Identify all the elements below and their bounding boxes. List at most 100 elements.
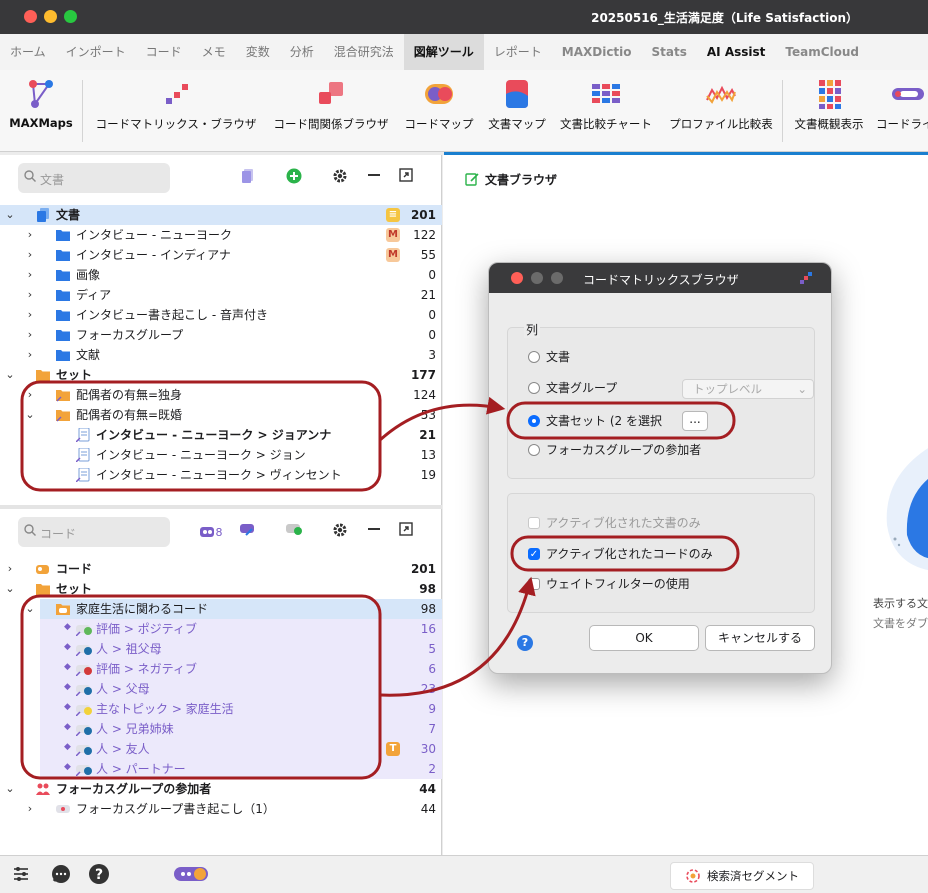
chevron-down-icon[interactable]: ⌄: [4, 779, 16, 799]
chevron-right-icon[interactable]: ›: [24, 385, 36, 405]
tree-row-document[interactable]: インタビュー - ニューヨーク > ジョアンナ 21: [0, 425, 442, 445]
tree-row-document-set[interactable]: › 配偶者の有無=独身 124: [0, 385, 442, 405]
radio-button[interactable]: [528, 351, 540, 363]
collapse-button[interactable]: [364, 168, 384, 188]
chevron-right-icon[interactable]: ›: [24, 265, 36, 285]
help-icon[interactable]: ?: [517, 635, 533, 651]
tab-reports[interactable]: レポート: [484, 34, 552, 70]
checkbox[interactable]: [528, 578, 540, 590]
tree-row-focus-group-participants[interactable]: ⌄ フォーカスグループの参加者 44: [0, 779, 442, 799]
code-map-button[interactable]: コードマップ: [398, 70, 480, 152]
chevron-right-icon[interactable]: ›: [24, 325, 36, 345]
ok-button[interactable]: OK: [589, 625, 699, 651]
chevron-down-icon[interactable]: ⌄: [24, 599, 36, 619]
tree-row-document-group[interactable]: › インタビュー書き起こし - 音声付き 0: [0, 305, 442, 325]
tab-visual-tools[interactable]: 図解ツール: [403, 34, 484, 70]
chevron-down-icon[interactable]: ⌄: [24, 405, 36, 425]
minimize-window-button[interactable]: [44, 10, 57, 23]
search-placeholder: 文書: [40, 173, 65, 187]
help-icon[interactable]: ?: [88, 863, 110, 885]
activate-toggle-button[interactable]: [238, 522, 258, 542]
chevron-right-icon[interactable]: ›: [24, 799, 36, 819]
settings-button[interactable]: [330, 522, 350, 542]
undock-button[interactable]: [396, 522, 416, 542]
tree-row-focus-group-transcript[interactable]: › フォーカスグループ書き起こし（1） 44: [0, 799, 442, 819]
tab-memos[interactable]: メモ: [192, 34, 236, 70]
close-window-button[interactable]: [24, 10, 37, 23]
tab-home[interactable]: ホーム: [0, 34, 56, 70]
tab-maxdictio[interactable]: MAXDictio: [552, 34, 642, 70]
chevron-right-icon[interactable]: ›: [4, 559, 16, 579]
radio-button[interactable]: [528, 444, 540, 456]
chat-icon[interactable]: [50, 863, 72, 885]
tree-row-code[interactable]: ◆ 人 > 祖父母 5: [40, 639, 442, 659]
maxmaps-button[interactable]: MAXMaps: [4, 70, 78, 152]
tree-row-code[interactable]: ◆ 評価 > ネガティブ 6: [40, 659, 442, 679]
undock-button[interactable]: [396, 168, 416, 188]
tab-teamcloud[interactable]: TeamCloud: [775, 34, 869, 70]
codeline-button[interactable]: コードライ: [872, 70, 928, 152]
tree-row-code[interactable]: ◆ 評価 > ポジティブ 16: [40, 619, 442, 639]
code-relations-browser-button[interactable]: コード間関係ブラウザ: [266, 70, 396, 152]
tab-analysis[interactable]: 分析: [280, 34, 324, 70]
tree-row-document-group[interactable]: › 文献 3: [0, 345, 442, 365]
new-code-button[interactable]: [284, 522, 304, 542]
zoom-window-button[interactable]: [64, 10, 77, 23]
select-sets-button[interactable]: ...: [682, 411, 708, 431]
tree-row-document-group[interactable]: › インタビュー - ニューヨーク M 122: [0, 225, 442, 245]
retrieved-segments-tab[interactable]: 検索済セグメント: [670, 862, 814, 890]
tab-import[interactable]: インポート: [56, 34, 136, 70]
tab-stats[interactable]: Stats: [642, 34, 697, 70]
settings-button[interactable]: [330, 168, 350, 188]
activated-codes-button[interactable]: 8: [196, 522, 226, 542]
tree-row-document-group[interactable]: › フォーカスグループ 0: [0, 325, 442, 345]
document-groups-radio[interactable]: 文書グループ トップレベル ⌄: [528, 379, 818, 399]
chevron-down-icon[interactable]: ⌄: [4, 205, 16, 225]
tree-row-code[interactable]: ◆ 人 > 兄弟姉妹 7: [40, 719, 442, 739]
tree-row-code-set[interactable]: ⌄ 家庭生活に関わるコード 98: [25, 599, 442, 619]
chevron-right-icon[interactable]: ›: [24, 245, 36, 265]
radio-button[interactable]: [528, 382, 540, 394]
checkbox-checked[interactable]: ✓: [528, 548, 540, 560]
document-search-field[interactable]: 文書: [18, 163, 170, 193]
tab-mixed-methods[interactable]: 混合研究法: [324, 34, 404, 70]
tree-row-code[interactable]: ◆ 人 > 父母 23: [40, 679, 442, 699]
tree-row-document[interactable]: インタビュー - ニューヨーク > ヴィンセント 19: [0, 465, 442, 485]
chevron-down-icon[interactable]: ⌄: [4, 579, 16, 599]
tree-row-documents-root[interactable]: ⌄ 文書 ≡ 201: [0, 205, 442, 225]
document-comparison-chart-button[interactable]: 文書比較チャート: [554, 70, 658, 152]
document-map-button[interactable]: 文書マップ: [482, 70, 552, 152]
tree-row-document[interactable]: インタビュー - ニューヨーク > ジョン 13: [0, 445, 442, 465]
document-portrait-button[interactable]: 文書概観表示: [788, 70, 870, 152]
tree-row-sets[interactable]: ⌄ セット 177: [0, 365, 442, 385]
tree-row-code[interactable]: ◆ 主なトピック > 家庭生活 9: [40, 699, 442, 719]
checkbox[interactable]: [528, 517, 540, 529]
chevron-right-icon[interactable]: ›: [24, 305, 36, 325]
chevron-right-icon[interactable]: ›: [24, 345, 36, 365]
tree-row-document-group[interactable]: › 画像 0: [0, 265, 442, 285]
profile-comparison-button[interactable]: プロファイル比較表: [662, 70, 780, 152]
tree-row-code[interactable]: ◆ 人 > パートナー 2: [40, 759, 442, 779]
code-matrix-browser-button[interactable]: コードマトリックス・ブラウザ: [88, 70, 264, 152]
chevron-right-icon[interactable]: ›: [24, 225, 36, 245]
tab-ai-assist[interactable]: AI Assist: [697, 34, 776, 70]
add-button[interactable]: [284, 168, 304, 188]
cancel-button[interactable]: キャンセルする: [705, 625, 815, 651]
tab-codes[interactable]: コード: [136, 34, 192, 70]
tree-row-document-group[interactable]: › ディア 21: [0, 285, 442, 305]
tree-row-code-sets[interactable]: ⌄ セット 98: [0, 579, 442, 599]
tree-row-codes-root[interactable]: › コード 201: [0, 559, 442, 579]
tab-variables[interactable]: 変数: [236, 34, 280, 70]
new-document-button[interactable]: [238, 168, 258, 188]
collapse-button[interactable]: [364, 522, 384, 542]
code-activation-toggle-icon[interactable]: [174, 863, 210, 885]
chevron-down-icon[interactable]: ⌄: [4, 365, 16, 385]
chevron-right-icon[interactable]: ›: [24, 285, 36, 305]
tree-row-document-set[interactable]: ⌄ 配偶者の有無=既婚 53: [0, 405, 442, 425]
sliders-icon[interactable]: [10, 863, 32, 885]
code-search-field[interactable]: コード: [18, 517, 170, 547]
dialog-close-button[interactable]: [511, 272, 523, 284]
radio-button-selected[interactable]: [528, 415, 540, 427]
tree-row-code[interactable]: ◆ 人 > 友人 T 30: [40, 739, 442, 759]
tree-row-document-group[interactable]: › インタビュー - インディアナ M 55: [0, 245, 442, 265]
